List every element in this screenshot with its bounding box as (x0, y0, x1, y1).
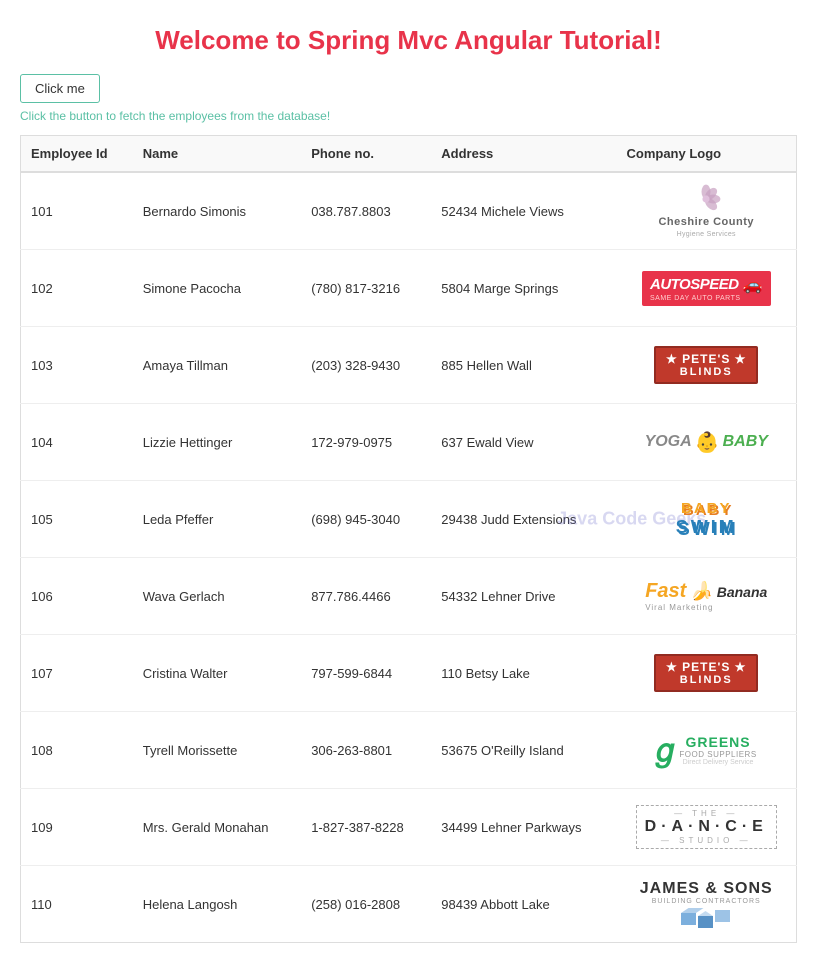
cell-id: 101 (21, 172, 133, 250)
cell-phone: 038.787.8803 (301, 172, 431, 250)
cell-name: Lizzie Hettinger (133, 404, 301, 481)
cell-address: 54332 Lehner Drive (431, 558, 616, 635)
cell-address: 29438 Judd Extensions (431, 481, 616, 558)
cell-logo: AUTOSPEED 🚗 SAME DAY AUTO PARTS (617, 250, 797, 327)
cell-phone: 797-599-6844 (301, 635, 431, 712)
table-row: 103 Amaya Tillman (203) 328-9430 885 Hel… (21, 327, 797, 404)
click-me-button[interactable]: Click me (20, 74, 100, 103)
cell-name: Helena Langosh (133, 866, 301, 943)
cell-id: 108 (21, 712, 133, 789)
table-row: 109 Mrs. Gerald Monahan 1-827-387-8228 3… (21, 789, 797, 866)
cell-phone: (258) 016-2808 (301, 866, 431, 943)
page-title: Welcome to Spring Mvc Angular Tutorial! (20, 25, 797, 56)
company-logo-petes: ★ PETE'S ★ BLINDS (654, 346, 758, 384)
cell-phone: 1-827-387-8228 (301, 789, 431, 866)
cell-address: 52434 Michele Views (431, 172, 616, 250)
cell-id: 102 (21, 250, 133, 327)
cell-logo: — THE — D·A·N·C·E — STUDIO — (617, 789, 797, 866)
table-row: 105 Leda Pfeffer (698) 945-3040 29438 Ju… (21, 481, 797, 558)
cell-id: 107 (21, 635, 133, 712)
cell-phone: (203) 328-9430 (301, 327, 431, 404)
table-row: 110 Helena Langosh (258) 016-2808 98439 … (21, 866, 797, 943)
table-row: 107 Cristina Walter 797-599-6844 110 Bet… (21, 635, 797, 712)
col-header-id: Employee Id (21, 136, 133, 173)
col-header-address: Address (431, 136, 616, 173)
company-logo-petes: ★ PETE'S ★ BLINDS (654, 654, 758, 692)
company-logo-dance: — THE — D·A·N·C·E — STUDIO — (636, 805, 777, 849)
table-row: 108 Tyrell Morissette 306-263-8801 53675… (21, 712, 797, 789)
cell-phone: 306-263-8801 (301, 712, 431, 789)
cell-id: 110 (21, 866, 133, 943)
hint-text: Click the button to fetch the employees … (20, 109, 797, 123)
cell-name: Mrs. Gerald Monahan (133, 789, 301, 866)
table-row: 101 Bernardo Simonis 038.787.8803 52434 … (21, 172, 797, 250)
cell-name: Simone Pacocha (133, 250, 301, 327)
cell-name: Wava Gerlach (133, 558, 301, 635)
cell-name: Bernardo Simonis (133, 172, 301, 250)
cell-id: 103 (21, 327, 133, 404)
cell-id: 106 (21, 558, 133, 635)
cell-name: Leda Pfeffer (133, 481, 301, 558)
cell-id: 109 (21, 789, 133, 866)
company-logo-cheshire: Cheshire County Hygiene Services (658, 184, 754, 238)
table-row: 106 Wava Gerlach 877.786.4466 54332 Lehn… (21, 558, 797, 635)
cell-address: 53675 O'Reilly Island (431, 712, 616, 789)
cell-phone: (698) 945-3040 (301, 481, 431, 558)
cell-logo: Java Code Geeks BABY SWIM (617, 481, 797, 558)
cell-logo: ★ PETE'S ★ BLINDS (617, 327, 797, 404)
company-logo-babyswim: BABY SWIM (676, 500, 737, 538)
cell-logo: ★ PETE'S ★ BLINDS (617, 635, 797, 712)
cell-logo: 𝑔 GREENS FOOD SUPPLIERS Direct Delivery … (617, 712, 797, 789)
table-row: 102 Simone Pacocha (780) 817-3216 5804 M… (21, 250, 797, 327)
cell-address: 885 Hellen Wall (431, 327, 616, 404)
cell-logo: Cheshire County Hygiene Services (617, 172, 797, 250)
cell-logo: YOGA 👶 BABY (617, 404, 797, 481)
col-header-logo: Company Logo (617, 136, 797, 173)
cell-address: 110 Betsy Lake (431, 635, 616, 712)
table-row: 104 Lizzie Hettinger 172-979-0975 637 Ew… (21, 404, 797, 481)
cell-phone: 877.786.4466 (301, 558, 431, 635)
company-logo-autospeed: AUTOSPEED 🚗 SAME DAY AUTO PARTS (642, 271, 771, 306)
cell-phone: (780) 817-3216 (301, 250, 431, 327)
cell-id: 105 (21, 481, 133, 558)
col-header-name: Name (133, 136, 301, 173)
employees-table: Employee Id Name Phone no. Address Compa… (20, 135, 797, 943)
cell-address: 637 Ewald View (431, 404, 616, 481)
cell-name: Cristina Walter (133, 635, 301, 712)
cell-address: 34499 Lehner Parkways (431, 789, 616, 866)
cell-logo: JAMES & SONS BUILDING CONTRACTORS (617, 866, 797, 943)
cell-logo: Fast 🍌 Banana Viral Marketing (617, 558, 797, 635)
cell-name: Tyrell Morissette (133, 712, 301, 789)
cell-name: Amaya Tillman (133, 327, 301, 404)
cell-id: 104 (21, 404, 133, 481)
company-logo-fastbanana: Fast 🍌 Banana Viral Marketing (645, 580, 767, 612)
cell-address: 5804 Marge Springs (431, 250, 616, 327)
company-logo-greens: 𝑔 GREENS FOOD SUPPLIERS Direct Delivery … (656, 734, 757, 766)
col-header-phone: Phone no. (301, 136, 431, 173)
cell-address: 98439 Abbott Lake (431, 866, 616, 943)
company-logo-james: JAMES & SONS BUILDING CONTRACTORS (640, 880, 773, 928)
company-logo-yogababy: YOGA 👶 BABY (645, 430, 768, 455)
cell-phone: 172-979-0975 (301, 404, 431, 481)
